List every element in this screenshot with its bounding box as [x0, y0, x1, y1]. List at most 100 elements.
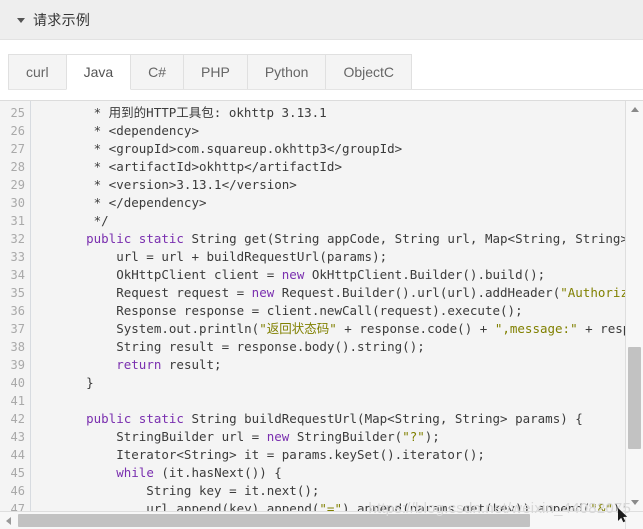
tab-label: curl — [26, 64, 49, 80]
code-line: */ — [32, 212, 625, 230]
code-line: Request request = new Request.Builder().… — [32, 284, 625, 302]
code-line: Iterator<String> it = params.keySet().it… — [32, 446, 625, 464]
code-line: } — [32, 374, 625, 392]
line-number: 42 — [10, 412, 25, 426]
code-token: * <groupId>com.squareup.okhttp3</groupId… — [56, 141, 403, 156]
code-token: result; — [161, 357, 222, 372]
code-token: + response.message()); — [585, 321, 625, 336]
scroll-up-button[interactable] — [626, 101, 643, 118]
line-number: 44 — [10, 448, 25, 462]
line-number: 26 — [10, 124, 25, 138]
code-line: * <artifactId>okhttp</artifactId> — [32, 158, 625, 176]
section-header-request-example[interactable]: 请求示例 — [0, 0, 643, 40]
code-token: new — [251, 285, 275, 300]
code-token: String result = response.body().string()… — [56, 339, 425, 354]
code-token: ).append(params.get(key)).append( — [341, 501, 591, 511]
code-token: public static — [86, 411, 184, 426]
code-line: public static String get(String appCode,… — [32, 230, 625, 248]
tab-label: Java — [83, 64, 114, 80]
code-line: while (it.hasNext()) { — [32, 464, 625, 482]
code-scroll-area[interactable]: 25 26 27 28 29 30 31 32 33 34 35 36 37 38 39 40 41 42 43 44… — [0, 101, 625, 511]
tab-c-[interactable]: C# — [130, 54, 185, 90]
code-line: public static String buildRequestUrl(Map… — [32, 410, 625, 428]
line-number: 45 — [10, 466, 25, 480]
tab-label: C# — [148, 64, 167, 80]
code-token: Iterator<String> it = params.keySet().it… — [56, 447, 485, 462]
code-line: OkHttpClient client = new OkHttpClient.B… — [32, 266, 625, 284]
line-number: 46 — [10, 484, 25, 498]
vertical-scrollbar[interactable] — [625, 101, 643, 511]
tab-java[interactable]: Java — [65, 54, 132, 90]
code-token: ); — [612, 501, 625, 511]
line-number: 47 — [10, 502, 25, 511]
line-number: 29 — [10, 178, 25, 192]
code-token: String key = it.next(); — [56, 483, 320, 498]
tab-python[interactable]: Python — [246, 54, 327, 90]
request-example-panel: 请求示例 curl Java C# PHP Python ObjectC 25 26 27 28… — [0, 0, 643, 529]
line-number: 36 — [10, 304, 25, 318]
code-line: * </dependency> — [32, 194, 625, 212]
horizontal-scrollbar-thumb[interactable] — [18, 514, 530, 527]
code-line: url = url + buildRequestUrl(params); — [32, 248, 625, 266]
code-token: (it.hasNext()) { — [153, 465, 282, 480]
tab-label: PHP — [201, 64, 230, 80]
scrollbar-corner — [625, 511, 643, 529]
code-token: url.append(key).append( — [56, 501, 320, 511]
code-token: System.out.println( — [56, 321, 260, 336]
code-token: while — [116, 465, 154, 480]
line-number: 25 — [10, 106, 25, 120]
code-token: String get(String appCode, String url, M… — [191, 231, 625, 246]
code-token: Request.Builder().url(url).addHeader( — [274, 285, 561, 300]
caret-down-icon[interactable] — [17, 18, 25, 23]
line-number: 32 — [10, 232, 25, 246]
code-line: String key = it.next(); — [32, 482, 625, 500]
triangle-left-icon — [6, 516, 11, 525]
line-number: 43 — [10, 430, 25, 444]
line-number: 30 — [10, 196, 25, 210]
page-title: 请求示例 — [33, 11, 91, 28]
line-number: 34 — [10, 268, 25, 282]
code-token: */ — [56, 213, 109, 228]
tab-curl[interactable]: curl — [8, 54, 67, 90]
line-number: 37 — [10, 322, 25, 336]
code-token: Request request = — [56, 285, 252, 300]
code-token: * <artifactId>okhttp</artifactId> — [56, 159, 342, 174]
horizontal-scrollbar[interactable] — [0, 511, 625, 529]
code-token: } — [56, 375, 94, 390]
code-token: OkHttpClient client = — [56, 267, 282, 282]
code-line: url.append(key).append("=").append(param… — [32, 500, 625, 511]
line-number: 31 — [10, 214, 25, 228]
code-token: ",message:" — [494, 321, 578, 336]
code-line: StringBuilder url = new StringBuilder("?… — [32, 428, 625, 446]
line-number: 39 — [10, 358, 25, 372]
scroll-left-button[interactable] — [0, 512, 17, 529]
code-token: "Authorization" — [560, 285, 625, 300]
tab-php[interactable]: PHP — [183, 54, 248, 90]
code-line: Response response = client.newCall(reque… — [32, 302, 625, 320]
code-token: new — [266, 429, 290, 444]
code-token: new — [281, 267, 305, 282]
code-token: public static — [86, 231, 184, 246]
code-token: "?" — [402, 429, 425, 444]
code-token: "=" — [319, 501, 342, 511]
tab-label: Python — [264, 64, 309, 80]
code-token: Response response = client.newCall(reque… — [56, 303, 523, 318]
code-content[interactable]: * 用到的HTTP工具包: okhttp 3.13.1 * <dependenc… — [32, 101, 625, 511]
tab-objectc[interactable]: ObjectC — [325, 54, 413, 90]
vertical-scrollbar-thumb[interactable] — [628, 346, 641, 449]
code-token: String buildRequestUrl(Map<String, Strin… — [183, 411, 583, 426]
code-token: StringBuilder url = — [56, 429, 267, 444]
triangle-down-icon — [630, 500, 639, 505]
code-line: * 用到的HTTP工具包: okhttp 3.13.1 — [32, 104, 625, 122]
tab-list: curl Java C# PHP Python ObjectC — [8, 54, 413, 90]
code-token: url = url + buildRequestUrl(params); — [56, 249, 388, 264]
code-line: * <groupId>com.squareup.okhttp3</groupId… — [32, 140, 625, 158]
code-token: * <dependency> — [56, 123, 199, 138]
scroll-down-button[interactable] — [626, 494, 643, 511]
code-token: StringBuilder( — [289, 429, 403, 444]
code-line: * <dependency> — [32, 122, 625, 140]
code-line: return result; — [32, 356, 625, 374]
tab-label: ObjectC — [343, 64, 395, 80]
